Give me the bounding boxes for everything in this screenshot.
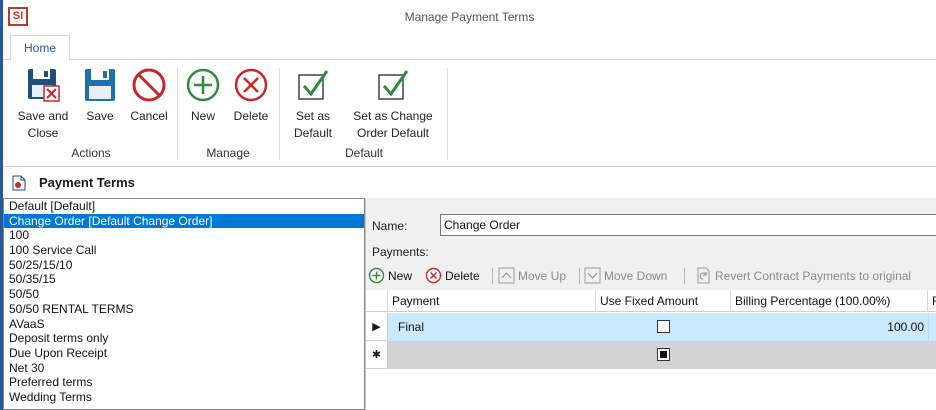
group-label-manage: Manage [206, 146, 250, 160]
ribbon-group-manage: New Delete Manage [179, 64, 277, 164]
checkbox-check-icon [298, 70, 329, 100]
new-row-indicator[interactable]: ✱ [366, 341, 388, 369]
save-label: Save [86, 109, 114, 123]
cancel-label: Cancel [130, 109, 168, 123]
list-item[interactable]: Default [Default] [4, 199, 364, 214]
list-item[interactable]: 50/50 RENTAL TERMS [4, 302, 364, 317]
move-down-button[interactable]: Move Down [584, 267, 667, 285]
list-item[interactable]: AVaaS [4, 317, 364, 332]
grid-corner [366, 290, 388, 312]
column-divider [928, 313, 929, 341]
table-row[interactable]: ▶ Final 100.00 [366, 313, 936, 341]
new-row[interactable]: ✱ [366, 341, 936, 369]
list-item[interactable]: Wedding Terms [4, 390, 364, 405]
list-item[interactable]: 50/50 [4, 287, 364, 302]
save-button[interactable]: Save [79, 64, 121, 142]
payment-delete-label: Delete [445, 269, 480, 283]
use-fixed-amount-checkbox[interactable] [657, 320, 670, 333]
new-button[interactable]: New [181, 64, 225, 142]
list-item[interactable]: Preferred terms [4, 375, 364, 390]
ribbon-separator [177, 68, 178, 160]
column-header-billing-percentage[interactable]: Billing Percentage (100.00%) [731, 290, 928, 312]
toolbar-separator [492, 268, 493, 284]
delete-button[interactable]: Delete [227, 64, 275, 142]
list-item[interactable]: 50/35/15 [4, 272, 364, 287]
payment-cell[interactable]: Final [398, 313, 424, 341]
billing-percentage-cell[interactable]: 100.00 [731, 313, 924, 341]
x-circle-icon [425, 267, 442, 284]
title-bar: SI Manage Payment Terms [3, 0, 936, 35]
name-field[interactable] [440, 214, 936, 236]
ribbon-tab-strip: Home [3, 35, 936, 61]
payment-new-button[interactable]: New [368, 267, 412, 285]
move-up-button[interactable]: Move Up [498, 267, 566, 285]
plus-circle-icon [368, 267, 385, 284]
column-header-truncated[interactable]: F [928, 290, 936, 312]
delete-label: Delete [233, 109, 269, 123]
grid-header: Payment Use Fixed Amount Billing Percent… [366, 290, 936, 312]
set-as-default-button[interactable]: Set as Default [285, 64, 341, 142]
revert-contract-payments-button[interactable]: Revert Contract Payments to original [695, 267, 911, 285]
group-label-default: Default [344, 146, 384, 160]
list-item[interactable]: Net 30 [4, 361, 364, 376]
list-item[interactable]: Change Order [Default Change Order] [4, 213, 364, 229]
checkbox-check-icon [378, 70, 409, 100]
ribbon-group-default: Set as Default Set as Change Order Defau… [283, 64, 445, 164]
use-fixed-amount-checkbox-indeterminate[interactable] [657, 348, 670, 361]
list-item[interactable]: Due Upon Receipt [4, 346, 364, 361]
list-item[interactable]: Deposit terms only [4, 331, 364, 346]
move-up-label: Move Up [518, 269, 567, 283]
section-title: Payment Terms [39, 175, 135, 190]
payment-new-label: New [388, 269, 413, 283]
plus-circle-icon [186, 68, 220, 102]
ribbon: Save and Close Save Cancel Actions New D… [3, 60, 936, 167]
ribbon-separator [447, 68, 448, 160]
window-title: Manage Payment Terms [404, 10, 535, 24]
row-indicator[interactable]: ▶ [366, 313, 388, 341]
x-circle-icon [234, 68, 268, 102]
toolbar-separator [684, 268, 685, 284]
payments-label: Payments: [372, 245, 429, 259]
set-as-default-label: Set as Default [293, 109, 333, 140]
move-down-label: Move Down [604, 269, 668, 283]
revert-icon [697, 267, 710, 284]
save-icon [85, 69, 115, 101]
save-and-close-button[interactable]: Save and Close [7, 64, 79, 142]
save-and-close-label: Save and Close [17, 109, 69, 140]
list-item[interactable]: 100 Service Call [4, 243, 364, 258]
new-label: New [190, 109, 215, 123]
payment-delete-button[interactable]: Delete [425, 267, 480, 285]
chevron-down-icon [584, 267, 601, 284]
set-as-change-order-default-button[interactable]: Set as Change Order Default [347, 64, 439, 142]
list-item[interactable]: 100 [4, 228, 364, 243]
tab-home[interactable]: Home [10, 35, 71, 61]
payments-grid: Payment Use Fixed Amount Billing Percent… [366, 290, 936, 410]
column-header-payment[interactable]: Payment [388, 290, 596, 312]
save-close-icon [28, 69, 60, 102]
group-label-actions: Actions [71, 146, 111, 160]
toolbar-separator [579, 268, 580, 284]
revert-label: Revert Contract Payments to original [715, 269, 912, 283]
column-header-use-fixed-amount[interactable]: Use Fixed Amount [596, 290, 731, 312]
name-label: Name: [372, 219, 408, 233]
chevron-up-icon [498, 267, 515, 284]
payments-toolbar: New Delete Move Up Move Down Revert Cont… [366, 264, 936, 288]
set-as-change-order-default-label: Set as Change Order Default [353, 109, 433, 140]
payment-term-detail: Name: Payments: New Delete Move Up [366, 198, 936, 410]
payment-terms-list[interactable]: Default [Default] Change Order [Default C… [3, 198, 365, 410]
document-icon [12, 175, 26, 191]
cancel-button[interactable]: Cancel [123, 64, 175, 142]
ribbon-group-actions: Save and Close Save Cancel Actions [7, 64, 175, 164]
cancel-icon [132, 68, 166, 102]
ribbon-separator [279, 68, 280, 160]
list-item[interactable]: 50/25/15/10 [4, 258, 364, 273]
payment-terms-header: Payment Terms [3, 168, 936, 198]
